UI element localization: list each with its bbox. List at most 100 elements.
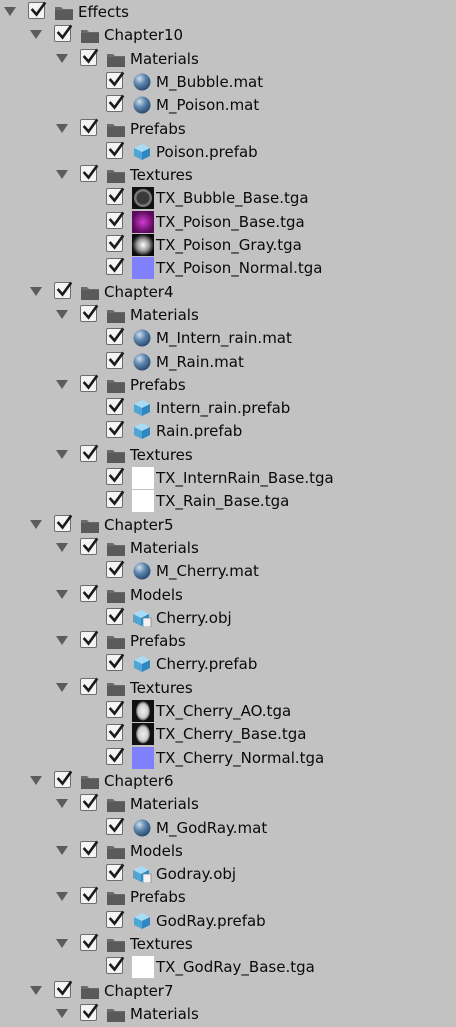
include-checkbox[interactable] — [80, 444, 99, 462]
tree-file-row[interactable]: TX_Poison_Normal.tga — [0, 257, 456, 280]
include-checkbox[interactable] — [106, 747, 125, 765]
include-checkbox[interactable] — [106, 257, 125, 276]
include-checkbox[interactable] — [80, 793, 99, 812]
include-checkbox[interactable] — [80, 933, 99, 951]
tree-file-row[interactable]: M_Cherry.mat — [0, 560, 456, 583]
include-checkbox[interactable] — [80, 1003, 99, 1021]
include-checkbox[interactable] — [106, 700, 125, 718]
tree-file-row[interactable]: M_Rain.mat — [0, 351, 456, 374]
tree-folder-row[interactable]: Chapter10 — [0, 24, 456, 47]
include-checkbox[interactable] — [106, 141, 125, 159]
include-checkbox[interactable] — [106, 723, 125, 742]
expand-arrow-icon[interactable] — [56, 449, 68, 459]
tree-file-row[interactable]: Rain.prefab — [0, 420, 456, 443]
tree-file-row[interactable]: M_Poison.mat — [0, 94, 456, 117]
tree-folder-row[interactable]: Models — [0, 840, 456, 863]
tree-file-row[interactable]: TX_Bubble_Base.tga — [0, 187, 456, 210]
tree-file-row[interactable]: Godray.obj — [0, 863, 456, 886]
include-checkbox[interactable] — [80, 630, 99, 649]
include-checkbox[interactable] — [106, 956, 125, 975]
include-checkbox[interactable] — [80, 118, 99, 136]
tree-folder-row[interactable]: Chapter4 — [0, 281, 456, 304]
tree-file-row[interactable]: TX_InternRain_Base.tga — [0, 467, 456, 490]
tree-folder-row[interactable]: Materials — [0, 304, 456, 327]
include-checkbox[interactable] — [80, 304, 99, 322]
include-checkbox[interactable] — [106, 421, 125, 439]
include-checkbox[interactable] — [54, 514, 73, 532]
include-checkbox[interactable] — [80, 374, 99, 392]
expand-arrow-icon[interactable] — [4, 7, 16, 16]
expand-arrow-icon[interactable] — [56, 589, 68, 599]
expand-arrow-icon[interactable] — [30, 286, 42, 296]
expand-arrow-icon[interactable] — [56, 170, 68, 180]
include-checkbox[interactable] — [54, 770, 73, 788]
tree-folder-row[interactable]: Materials — [0, 1003, 456, 1026]
expand-arrow-icon[interactable] — [30, 775, 42, 785]
tree-folder-row[interactable]: Chapter7 — [0, 980, 456, 1003]
expand-arrow-icon[interactable] — [56, 1008, 68, 1018]
include-checkbox[interactable] — [106, 467, 125, 485]
expand-arrow-icon[interactable] — [56, 542, 68, 552]
tree-folder-row[interactable]: Models — [0, 584, 456, 607]
tree-file-row[interactable]: M_Bubble.mat — [0, 71, 456, 94]
expand-arrow-icon[interactable] — [56, 939, 68, 948]
expand-arrow-icon[interactable] — [56, 379, 68, 389]
include-checkbox[interactable] — [106, 490, 125, 509]
include-checkbox[interactable] — [80, 164, 99, 183]
expand-arrow-icon[interactable] — [56, 682, 68, 692]
include-checkbox[interactable] — [28, 1, 47, 19]
tree-file-row[interactable]: Cherry.obj — [0, 607, 456, 630]
expand-arrow-icon[interactable] — [56, 799, 68, 809]
include-checkbox[interactable] — [106, 654, 125, 672]
expand-arrow-icon[interactable] — [30, 519, 42, 529]
include-checkbox[interactable] — [106, 71, 125, 89]
include-checkbox[interactable] — [106, 910, 125, 928]
include-checkbox[interactable] — [106, 327, 125, 346]
tree-file-row[interactable]: TX_Poison_Gray.tga — [0, 234, 456, 257]
include-checkbox[interactable] — [80, 677, 99, 695]
tree-folder-row[interactable]: Textures — [0, 444, 456, 467]
expand-arrow-icon[interactable] — [56, 309, 68, 319]
include-checkbox[interactable] — [106, 863, 125, 882]
tree-folder-row[interactable]: Chapter5 — [0, 514, 456, 537]
include-checkbox[interactable] — [80, 584, 99, 602]
tree-folder-row[interactable]: Prefabs — [0, 374, 456, 397]
include-checkbox[interactable] — [80, 48, 99, 66]
include-checkbox[interactable] — [106, 94, 125, 113]
tree-file-row[interactable]: Intern_rain.prefab — [0, 397, 456, 420]
include-checkbox[interactable] — [106, 234, 125, 252]
expand-arrow-icon[interactable] — [30, 985, 42, 995]
expand-arrow-icon[interactable] — [30, 30, 42, 40]
tree-folder-row[interactable]: Textures — [0, 677, 456, 700]
tree-folder-row[interactable]: Prefabs — [0, 886, 456, 909]
tree-folder-row[interactable]: Textures — [0, 933, 456, 956]
tree-folder-row[interactable]: Textures — [0, 164, 456, 187]
include-checkbox[interactable] — [80, 887, 99, 905]
expand-arrow-icon[interactable] — [56, 636, 68, 646]
tree-file-row[interactable]: Poison.prefab — [0, 141, 456, 164]
include-checkbox[interactable] — [106, 188, 125, 206]
tree-folder-row[interactable]: Chapter6 — [0, 770, 456, 793]
include-checkbox[interactable] — [80, 840, 99, 858]
tree-folder-row[interactable]: Materials — [0, 537, 456, 560]
tree-folder-row[interactable]: Effects — [0, 1, 456, 24]
tree-file-row[interactable]: TX_GodRay_Base.tga — [0, 956, 456, 979]
tree-file-row[interactable]: M_Intern_rain.mat — [0, 327, 456, 350]
tree-file-row[interactable]: TX_Cherry_AO.tga — [0, 700, 456, 723]
include-checkbox[interactable] — [54, 24, 73, 43]
tree-file-row[interactable]: TX_Cherry_Normal.tga — [0, 746, 456, 770]
include-checkbox[interactable] — [54, 281, 73, 299]
include-checkbox[interactable] — [54, 980, 73, 998]
include-checkbox[interactable] — [80, 537, 99, 555]
include-checkbox[interactable] — [106, 351, 125, 369]
tree-folder-row[interactable]: Prefabs — [0, 118, 456, 141]
include-checkbox[interactable] — [106, 607, 125, 625]
tree-folder-row[interactable]: Prefabs — [0, 630, 456, 653]
tree-file-row[interactable]: TX_Poison_Base.tga — [0, 210, 456, 234]
expand-arrow-icon[interactable] — [56, 892, 68, 902]
tree-file-row[interactable]: GodRay.prefab — [0, 910, 456, 933]
include-checkbox[interactable] — [106, 397, 125, 416]
tree-file-row[interactable]: Cherry.prefab — [0, 653, 456, 676]
tree-file-row[interactable]: TX_Rain_Base.tga — [0, 490, 456, 513]
include-checkbox[interactable] — [106, 560, 125, 579]
